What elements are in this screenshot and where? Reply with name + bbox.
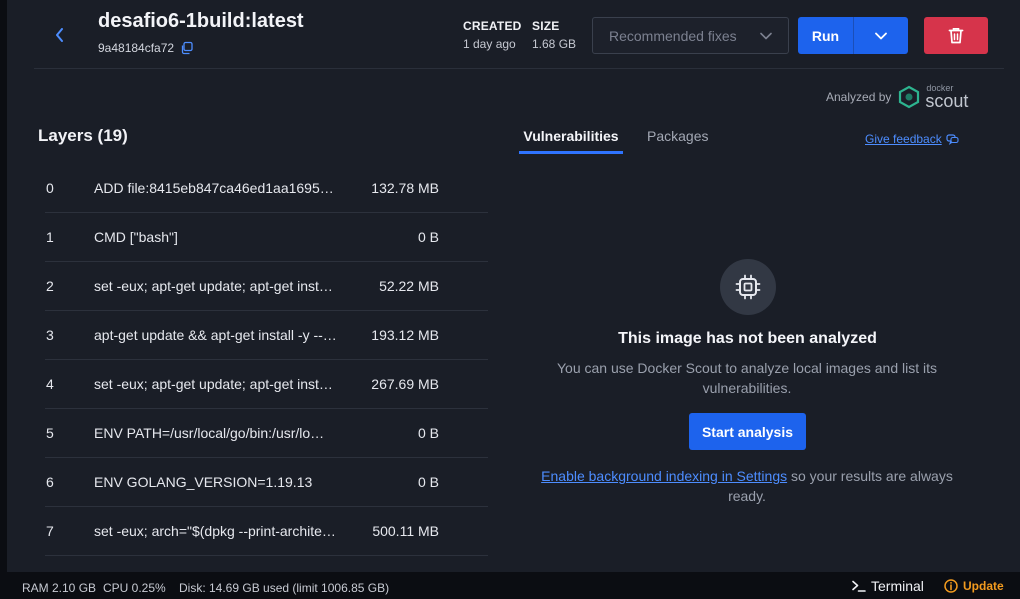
size-label: SIZE [532, 19, 560, 33]
cpu-usage: CPU 0.25% [103, 581, 166, 595]
terminal-label: Terminal [871, 578, 924, 594]
layers-title: Layers (19) [38, 126, 128, 145]
image-id: 9a48184cfa72 [98, 41, 175, 55]
layer-index: 7 [46, 523, 54, 539]
delete-button[interactable] [924, 17, 988, 54]
layer-row[interactable]: 7 set -eux; arch="$(dpkg --print-archite…… [45, 507, 488, 556]
layer-index: 1 [46, 229, 54, 245]
chevron-down-icon [875, 32, 887, 39]
run-button[interactable]: Run [798, 17, 854, 54]
created-label: CREATED [463, 19, 522, 33]
layer-row[interactable]: 2 set -eux; apt-get update; apt-get inst…… [45, 262, 488, 311]
status-bar: RAM 2.10 GB CPU 0.25% Disk: 14.69 GB use… [0, 572, 1020, 599]
terminal-icon [852, 580, 866, 592]
layer-size: 0 B [417, 425, 439, 441]
external-link-icon [946, 134, 959, 145]
layer-command: set -eux; apt-get update; apt-get inst… [94, 278, 333, 294]
terminal-button[interactable]: Terminal [852, 578, 924, 594]
run-options-dropdown[interactable] [854, 17, 908, 54]
header-divider [34, 68, 1004, 69]
layer-size: 132.78 MB [371, 180, 439, 196]
layer-command: set -eux; arch="$(dpkg --print-archite… [94, 523, 336, 539]
copy-icon[interactable] [180, 41, 194, 55]
layer-size: 193.12 MB [371, 327, 439, 343]
chip-icon [735, 274, 761, 300]
docker-scout-logo: docker scout [897, 84, 968, 110]
layer-index: 4 [46, 376, 54, 392]
layer-command: set -eux; apt-get update; apt-get inst… [94, 376, 333, 392]
trash-icon [948, 28, 964, 44]
layer-row[interactable]: 5 ENV PATH=/usr/local/go/bin:/usr/lo… 0 B [45, 409, 488, 458]
layer-size: 267.69 MB [371, 376, 439, 392]
layer-row[interactable]: 1 CMD ["bash"] 0 B [45, 213, 488, 262]
image-id-row: 9a48184cfa72 [98, 41, 194, 55]
layers-list: 0 ADD file:8415eb847ca46ed1aa1695… 132.78 … [45, 164, 488, 556]
back-button[interactable] [49, 24, 71, 46]
created-value: 1 day ago [463, 37, 516, 51]
start-analysis-button[interactable]: Start analysis [689, 413, 806, 450]
layer-row[interactable]: 3 apt-get update && apt-get install -y --… [45, 311, 488, 360]
tab-vulnerabilities[interactable]: Vulnerabilities [519, 128, 623, 154]
run-button-group: Run [798, 17, 908, 54]
enable-background-indexing-link[interactable]: Enable background indexing in Settings [541, 468, 787, 484]
layer-command: apt-get update && apt-get install -y --… [94, 327, 337, 343]
layer-command: CMD ["bash"] [94, 229, 178, 245]
layer-size: 0 B [417, 474, 439, 490]
info-circle-icon [944, 579, 958, 593]
layer-index: 2 [46, 278, 54, 294]
give-feedback-label: Give feedback [865, 132, 942, 146]
chip-icon-container [720, 259, 776, 315]
empty-state-description: You can use Docker Scout to analyze loca… [556, 360, 938, 396]
background-indexing-note: Enable background indexing in Settings s… [527, 466, 967, 506]
layer-row[interactable]: 6 ENV GOLANG_VERSION=1.19.13 0 B [45, 458, 488, 507]
ram-usage: RAM 2.10 GB [22, 581, 97, 595]
layer-size: 500.11 MB [372, 523, 439, 539]
image-details-view: desafio6-1build:latest 9a48184cfa72 CREA… [7, 0, 1020, 572]
layer-row[interactable]: 4 set -eux; apt-get update; apt-get inst…… [45, 360, 488, 409]
layer-index: 3 [46, 327, 54, 343]
layer-command: ADD file:8415eb847ca46ed1aa1695… [94, 180, 334, 196]
created-info: CREATED 1 day ago [463, 19, 522, 51]
layer-size: 52.22 MB [379, 278, 439, 294]
analyzed-by: Analyzed by docker scout [826, 84, 968, 111]
layer-row[interactable]: 0 ADD file:8415eb847ca46ed1aa1695… 132.78 … [45, 164, 488, 213]
recommended-fixes-label: Recommended fixes [609, 27, 737, 44]
layer-index: 6 [46, 474, 54, 490]
size-info: SIZE 1.68 GB [532, 19, 576, 51]
tab-packages[interactable]: Packages [647, 128, 708, 154]
empty-state-title: This image has not been analyzed [618, 330, 877, 347]
layer-index: 5 [46, 425, 54, 441]
disk-usage: Disk: 14.69 GB used (limit 1006.85 GB) [179, 581, 390, 595]
image-title: desafio6-1build:latest [98, 10, 304, 32]
layer-index: 0 [46, 180, 54, 196]
size-value: 1.68 GB [532, 37, 577, 51]
give-feedback-link[interactable]: Give feedback [865, 132, 959, 146]
layer-size: 0 B [417, 229, 439, 245]
analyzed-by-label: Analyzed by [826, 90, 892, 104]
chevron-down-icon [760, 32, 772, 39]
chevron-left-icon [56, 28, 63, 42]
layer-command: ENV GOLANG_VERSION=1.19.13 [94, 474, 313, 490]
update-button[interactable]: Update [944, 579, 1004, 593]
layer-command: ENV PATH=/usr/local/go/bin:/usr/lo… [94, 425, 325, 441]
scout-mark-icon [899, 85, 920, 109]
recommended-fixes-dropdown[interactable]: Recommended fixes [592, 17, 789, 54]
update-label: Update [963, 579, 1004, 593]
